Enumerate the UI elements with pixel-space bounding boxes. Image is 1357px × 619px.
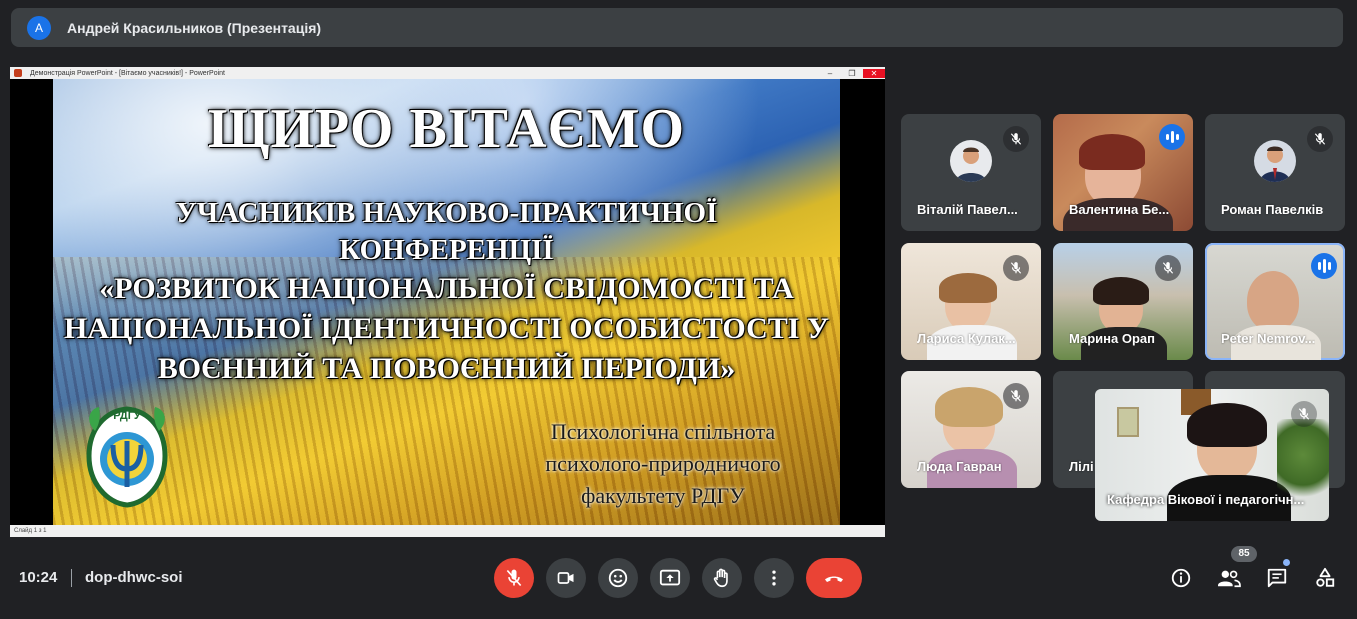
slide-subtitle: Психологічна спільнота — [550, 419, 776, 444]
self-view-tile[interactable]: Кафедра Вікової і педагогічн... — [1095, 389, 1329, 521]
control-bar: 10:24 dop-dhwc-soi 85 — [0, 537, 1357, 619]
activities-button[interactable] — [1310, 563, 1340, 593]
info-icon — [1171, 568, 1191, 588]
mic-off-icon — [1003, 126, 1029, 152]
participant-tile[interactable]: Люда Гавран — [901, 371, 1041, 488]
participant-name: Люда Гавран — [917, 459, 1002, 474]
people-icon — [1218, 570, 1241, 588]
participant-name: Марина Орап — [1069, 331, 1155, 346]
shared-screen: Демонстрація PowerPoint - [Вітаємо учасн… — [10, 67, 885, 537]
camera-icon — [557, 572, 574, 584]
self-view-name: Кафедра Вікової і педагогічн... — [1107, 492, 1305, 507]
restore-icon: ❐ — [848, 68, 856, 78]
mic-off-icon — [1155, 255, 1181, 281]
svg-text:РДГУ: РДГУ — [113, 410, 141, 422]
participant-tile[interactable]: Марина Орап — [1053, 243, 1193, 360]
powerpoint-title: Демонстрація PowerPoint - [Вітаємо учасн… — [30, 69, 225, 77]
slide-line: НАЦІОНАЛЬНОЇ ІДЕНТИЧНОСТІ ОСОБИСТОСТІ У — [64, 312, 829, 345]
chat-unread-dot — [1283, 559, 1290, 566]
speaking-indicator-icon — [1311, 253, 1337, 279]
meeting-code: dop-dhwc-soi — [85, 569, 183, 586]
slide-line: КОНФЕРЕНЦІЇ — [339, 234, 554, 266]
camera-toggle-button[interactable] — [546, 558, 586, 598]
mic-toggle-button[interactable] — [494, 558, 534, 598]
more-vert-icon — [772, 570, 776, 586]
slide: ЩИРО ВІТАЄМО УЧАСНИКІВ НАУКОВО-ПРАКТИЧНО… — [53, 79, 840, 525]
hand-icon — [713, 568, 728, 588]
slide-subtitle: факультету РДГУ — [581, 483, 745, 508]
mic-off-icon — [506, 569, 522, 587]
wall-picture — [1117, 407, 1139, 437]
mic-off-icon — [1003, 255, 1029, 281]
participant-tile[interactable]: Валентина Бе... — [1053, 114, 1193, 231]
mic-off-icon — [1003, 383, 1029, 409]
participant-name: Лілі — [1069, 459, 1094, 474]
present-now-button[interactable] — [650, 558, 690, 598]
participant-tile[interactable]: Лариса Кулак... — [901, 243, 1041, 360]
raise-hand-button[interactable] — [702, 558, 742, 598]
powerpoint-icon — [14, 69, 22, 77]
slide-line: УЧАСНИКІВ НАУКОВО-ПРАКТИЧНОЇ — [175, 197, 718, 229]
avatar — [1254, 139, 1296, 182]
minimize-icon: – — [827, 68, 833, 78]
emoji-icon — [608, 568, 628, 588]
close-icon: ✕ — [863, 68, 885, 78]
meeting-time: 10:24 — [19, 569, 58, 586]
present-screen-icon — [659, 569, 681, 586]
presenter-label: Андрей Красильников (Презентація) — [67, 19, 322, 36]
participant-tile[interactable]: Peter Nemrov... — [1205, 243, 1345, 360]
activities-icon — [1316, 567, 1335, 587]
faculty-logo: РДГУ — [86, 406, 168, 508]
slide-line: ВОЄННИЙ ТА ПОВОЄННИЙ ПЕРІОДИ» — [157, 352, 736, 385]
chat-button[interactable] — [1262, 563, 1292, 593]
avatar — [950, 139, 992, 182]
divider — [71, 569, 72, 587]
more-options-button[interactable] — [754, 558, 794, 598]
powerpoint-titlebar: Демонстрація PowerPoint - [Вітаємо учасн… — [10, 67, 885, 79]
speaking-indicator-icon — [1159, 124, 1185, 150]
people-button[interactable] — [1214, 563, 1244, 593]
leave-call-button[interactable] — [806, 558, 862, 598]
presenter-avatar: A — [27, 15, 51, 40]
chat-icon — [1267, 568, 1287, 588]
presenter-bar: A Андрей Красильников (Презентація) — [11, 8, 1343, 47]
slide-line: «РОЗВИТОК НАЦІОНАЛЬНОЇ СВІДОМОСТІ ТА — [99, 272, 794, 305]
participant-tile[interactable]: Роман Павелків — [1205, 114, 1345, 231]
powerpoint-statusbar: Слайд 1 з 1 — [10, 525, 885, 537]
slide-title: ЩИРО ВІТАЄМО — [207, 98, 686, 160]
meeting-details-button[interactable] — [1166, 563, 1196, 593]
participant-name: Роман Павелків — [1221, 202, 1324, 217]
participant-name: Віталій Павел... — [917, 202, 1018, 217]
slide-subtitle: психолого-природничого — [545, 451, 781, 476]
participant-name: Peter Nemrov... — [1221, 331, 1316, 346]
participant-tile[interactable]: Віталій Павел... — [901, 114, 1041, 231]
participant-name: Лариса Кулак... — [917, 331, 1016, 346]
end-call-icon — [825, 576, 843, 582]
mic-off-icon — [1307, 126, 1333, 152]
emoji-reaction-button[interactable] — [598, 558, 638, 598]
mic-off-icon — [1291, 401, 1317, 427]
participant-name: Валентина Бе... — [1069, 202, 1170, 217]
participant-count-badge: 85 — [1231, 546, 1257, 562]
